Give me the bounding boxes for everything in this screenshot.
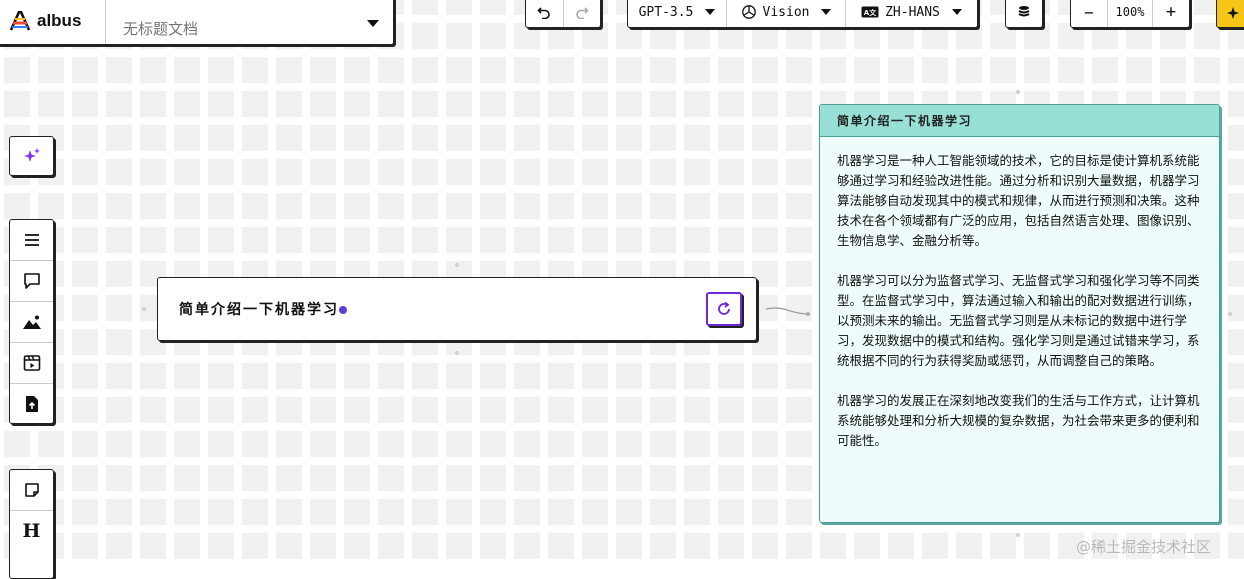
canvas-dot	[1016, 90, 1020, 94]
ai-assist-button[interactable]	[1216, 0, 1244, 28]
canvas-dot	[455, 351, 459, 355]
prompt-text[interactable]: 简单介绍一下机器学习	[179, 299, 339, 319]
chevron-down-icon	[821, 9, 832, 15]
app-logo[interactable]: albus	[0, 0, 106, 44]
usage-button[interactable]	[1005, 0, 1043, 28]
text-cursor	[339, 306, 347, 314]
document-title-input[interactable]	[121, 19, 325, 39]
model-select[interactable]: GPT-3.5	[628, 0, 727, 27]
canvas-dot	[142, 307, 146, 311]
albus-logo-icon	[9, 10, 31, 31]
refresh-icon	[718, 301, 730, 315]
language-select-label: ZH-HANS	[885, 4, 940, 20]
model-settings-bar: GPT-3.5 Vision A文 ZH-HANS	[627, 0, 978, 28]
zoom-level: 100%	[1108, 0, 1153, 27]
zoom-controls: − 100% +	[1070, 0, 1190, 28]
connector-edge	[765, 307, 810, 316]
vision-select-label: Vision	[762, 4, 810, 20]
sticky-note-button[interactable]	[10, 470, 53, 511]
document-title-field[interactable]	[106, 0, 393, 44]
sparkles-icon	[23, 148, 40, 162]
regenerate-button[interactable]	[706, 292, 742, 326]
response-body: 机器学习是一种人工智能领域的技术，它的目标是使计算机系统能够通过学习和经验改进性…	[820, 137, 1219, 451]
video-node-button[interactable]	[10, 343, 53, 384]
undo-icon	[537, 7, 551, 19]
heading-icon: H	[22, 520, 41, 542]
model-select-label: GPT-3.5	[638, 4, 694, 20]
canvas-dot	[1016, 533, 1020, 537]
node-tools-panel	[9, 219, 54, 424]
zoom-in-button[interactable]: +	[1153, 0, 1189, 27]
svg-text:A文: A文	[864, 8, 877, 17]
history-controls	[525, 0, 601, 28]
openai-icon	[741, 5, 756, 19]
response-title: 简单介绍一下机器学习	[820, 105, 1219, 137]
canvas-dot	[455, 263, 459, 267]
image-icon	[22, 315, 41, 329]
coins-icon	[1018, 6, 1030, 17]
heading-button[interactable]: H	[10, 511, 53, 551]
vision-select[interactable]: Vision	[727, 0, 846, 27]
redo-icon	[575, 7, 589, 19]
chat-bubble-icon	[23, 273, 40, 289]
upload-file-button[interactable]	[10, 384, 53, 424]
sticky-note-icon	[24, 483, 39, 497]
chat-node-button[interactable]	[10, 261, 53, 302]
chevron-down-icon	[705, 9, 716, 15]
image-node-button[interactable]	[10, 302, 53, 343]
text-node-button[interactable]	[10, 220, 53, 261]
watermark: @稀土掘金技术社区	[1076, 538, 1212, 556]
zoom-out-button[interactable]: −	[1071, 0, 1108, 27]
prompt-node[interactable]: 简单介绍一下机器学习	[157, 277, 757, 341]
video-icon	[23, 355, 40, 371]
response-paragraph: 机器学习的发展正在深刻地改变我们的生活与工作方式，让计算机系统能够处理和分析大规…	[837, 393, 1200, 448]
undo-button[interactable]	[526, 0, 564, 27]
chevron-down-icon[interactable]	[367, 20, 379, 27]
header-document-bar: albus	[0, 0, 394, 45]
menu-lines-icon	[24, 234, 39, 246]
language-select[interactable]: A文 ZH-HANS	[846, 0, 977, 27]
response-paragraph: 机器学习可以分为监督式学习、无监督式学习和强化学习等不同类型。在监督式学习中，算…	[837, 273, 1200, 368]
response-paragraph: 机器学习是一种人工智能领域的技术，它的目标是使计算机系统能够通过学习和经验改进性…	[837, 153, 1200, 248]
canvas-dot	[1228, 312, 1232, 316]
sparkles-icon	[1227, 7, 1239, 19]
file-upload-icon	[25, 396, 38, 412]
ai-generate-button[interactable]	[9, 136, 54, 176]
app-name: albus	[37, 10, 82, 30]
redo-button[interactable]	[564, 0, 601, 27]
usage-button-inner[interactable]	[1006, 0, 1042, 27]
translate-icon: A文	[861, 6, 879, 18]
response-node[interactable]: 简单介绍一下机器学习 机器学习是一种人工智能领域的技术，它的目标是使计算机系统能…	[819, 104, 1220, 523]
chevron-down-icon	[951, 9, 962, 15]
